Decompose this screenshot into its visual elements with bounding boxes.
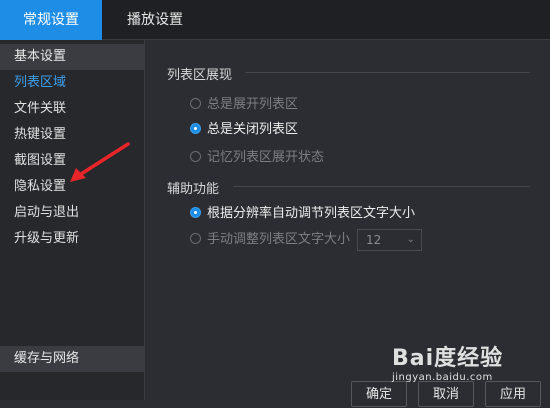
ok-button[interactable]: 确定 [351, 381, 407, 407]
radio-label: 根据分辨率自动调节列表区文字大小 [207, 206, 416, 221]
sidebar-header-cache-network[interactable]: 缓存与网络 [0, 346, 145, 372]
radio-remember-state[interactable]: 记忆列表区展开状态 [190, 148, 324, 168]
radio-auto-font-size[interactable]: 根据分辨率自动调节列表区文字大小 [190, 204, 415, 224]
sidebar-item-privacy[interactable]: 隐私设置 [0, 174, 144, 200]
sidebar-item-startup-exit[interactable]: 启动与退出 [0, 200, 144, 226]
sidebar-item-screenshot[interactable]: 截图设置 [0, 148, 144, 174]
radio-circle-icon [190, 151, 201, 162]
sidebar-header-basic[interactable]: 基本设置 [0, 44, 144, 70]
font-size-value: 12 [366, 233, 382, 247]
sidebar-item-file-association[interactable]: 文件关联 [0, 96, 144, 122]
chevron-down-icon: ⌄ [406, 234, 415, 245]
radio-checked-icon [190, 207, 201, 218]
section-title-assist: 辅助功能 [167, 182, 220, 197]
section-divider [245, 72, 530, 73]
cancel-button[interactable]: 取消 [418, 381, 474, 407]
radio-label: 总是关闭列表区 [207, 122, 299, 137]
radio-manual-font-size[interactable]: 手动调整列表区文字大小 [190, 230, 350, 250]
settings-tab-bar: 常规设置 播放设置 [0, 0, 550, 40]
tab-general-settings[interactable]: 常规设置 [0, 0, 102, 40]
settings-sidebar: 基本设置 列表区域 文件关联 热键设置 截图设置 隐私设置 启动与退出 升级与更… [0, 40, 145, 400]
radio-label: 记忆列表区展开状态 [207, 150, 325, 165]
font-size-select[interactable]: 12 ⌄ [357, 229, 422, 251]
settings-panel: 列表区展现 总是展开列表区 总是关闭列表区 记忆列表区展开状态 辅助功能 根据分… [145, 40, 550, 400]
apply-button[interactable]: 应用 [485, 381, 541, 407]
radio-checked-icon [190, 123, 201, 134]
radio-always-close[interactable]: 总是关闭列表区 [190, 120, 298, 140]
sidebar-item-list-area[interactable]: 列表区域 [0, 70, 144, 96]
tab-playback-settings[interactable]: 播放设置 [110, 0, 200, 40]
radio-circle-icon [190, 98, 201, 109]
radio-label: 手动调整列表区文字大小 [207, 232, 351, 247]
section-divider [233, 186, 530, 187]
radio-circle-icon [190, 233, 201, 244]
radio-label: 总是展开列表区 [207, 97, 299, 112]
sidebar-item-upgrade[interactable]: 升级与更新 [0, 226, 144, 252]
radio-always-expand[interactable]: 总是展开列表区 [190, 95, 298, 115]
sidebar-item-hotkeys[interactable]: 热键设置 [0, 122, 144, 148]
section-title-list-display: 列表区展现 [167, 68, 233, 83]
